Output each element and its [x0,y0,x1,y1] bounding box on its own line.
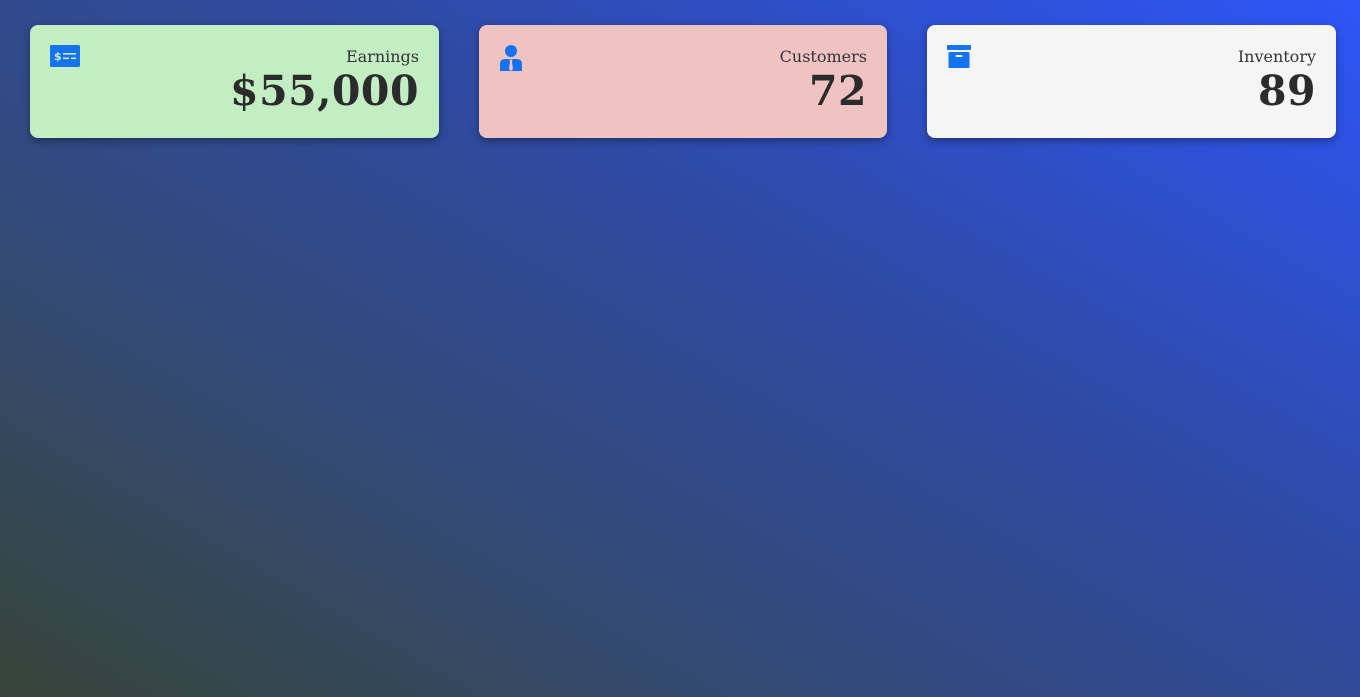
inventory-label: Inventory [1237,47,1316,66]
inventory-value: 89 [1257,67,1316,115]
customers-value: 72 [808,67,867,115]
archive-box-icon [947,45,977,71]
customers-label: Customers [779,47,867,66]
inventory-card: Inventory 89 [927,25,1336,138]
customers-card: Customers 72 [479,25,887,138]
earnings-value: $55,000 [230,67,419,115]
svg-text:$: $ [54,50,62,63]
earnings-card: $ Earnings $55,000 [30,25,439,138]
earnings-label: Earnings [345,47,419,66]
money-check-dollar-icon: $ [50,45,80,71]
stat-cards: $ Earnings $55,000 Customers 72 Inventor… [30,25,1336,138]
user-tie-icon [499,45,529,71]
